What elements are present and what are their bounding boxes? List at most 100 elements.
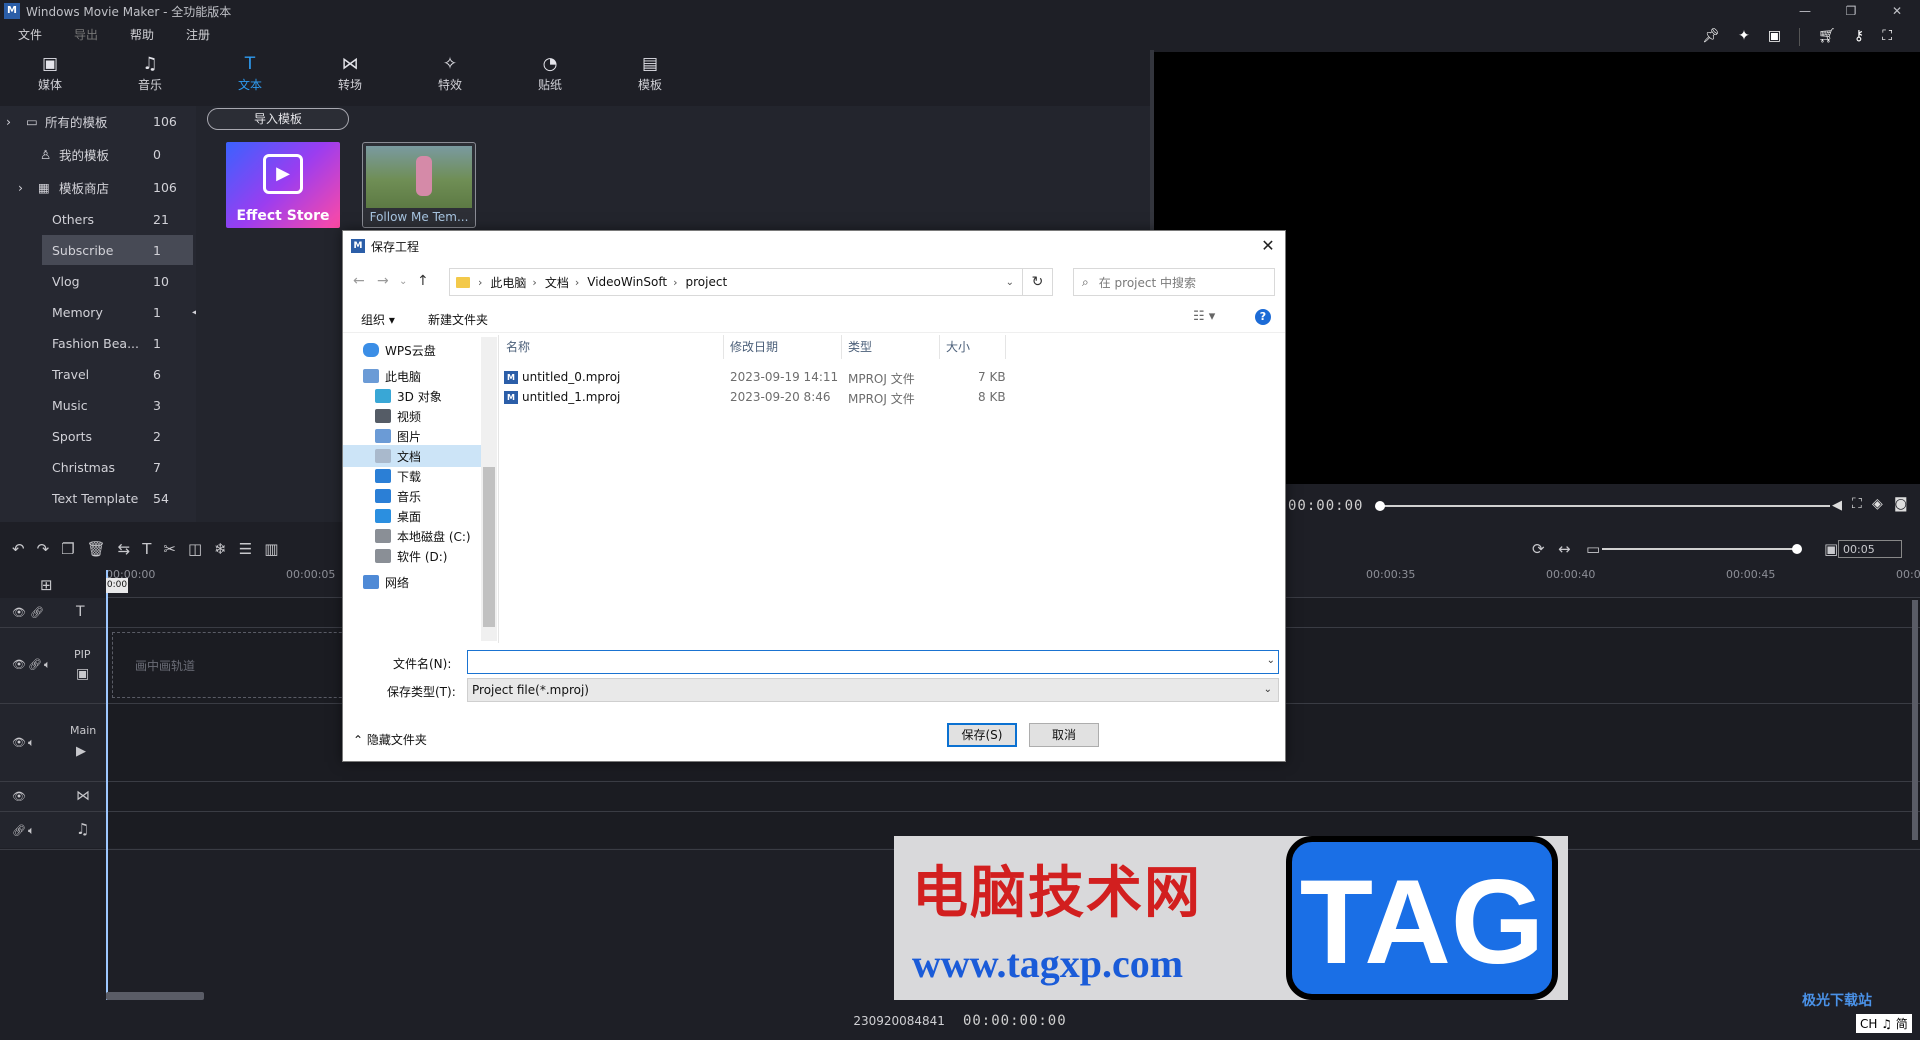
sidebar-item-christmas[interactable]: Christmas 7 xyxy=(0,452,196,482)
sidebar-item-subscribe[interactable]: Subscribe 1 xyxy=(42,235,193,265)
nav-item-music[interactable]: 音乐 xyxy=(343,485,481,507)
breadcrumb-this-pc[interactable]: 此电脑 xyxy=(490,274,526,291)
menu-register[interactable]: 注册 xyxy=(168,26,224,46)
sidebar-item-text-template[interactable]: Text Template 54 xyxy=(0,483,196,513)
nav-item-pictures[interactable]: 图片 xyxy=(343,425,481,447)
filetype-select[interactable]: Project file(*.mproj) ⌄ xyxy=(467,678,1279,702)
sidebar-item-travel[interactable]: Travel 6 xyxy=(0,359,196,389)
breadcrumb-videowinsoft[interactable]: VideoWinSoft xyxy=(587,275,667,289)
link-icon[interactable]: 🔗︎ xyxy=(12,824,26,837)
link-icon[interactable]: 🔗︎ xyxy=(28,658,42,671)
hide-folders-toggle[interactable]: ⌃ 隐藏文件夹 xyxy=(353,731,427,748)
tab-media[interactable]: ▣ 媒体 xyxy=(0,50,100,106)
back-icon[interactable]: ← xyxy=(353,273,365,289)
playhead-label[interactable]: 0:00 xyxy=(106,578,128,593)
redo-icon[interactable]: ↷ xyxy=(37,540,50,558)
screen-ratio-icon[interactable]: ⛶ xyxy=(1882,28,1892,46)
nav-item-videos[interactable]: 视频 xyxy=(343,405,481,427)
preview-seek-bar[interactable] xyxy=(1380,505,1830,507)
nav-item-documents[interactable]: 文档 xyxy=(343,445,481,467)
align-icon[interactable]: ☰ xyxy=(239,540,252,558)
tab-music[interactable]: ♫ 音乐 xyxy=(100,50,200,106)
help-icon[interactable]: ? xyxy=(1255,309,1271,325)
timeline-horizontal-scrollbar[interactable] xyxy=(106,992,204,1000)
breadcrumb-documents[interactable]: 文档 xyxy=(545,274,569,291)
visibility-icon[interactable]: 👁︎ xyxy=(12,736,26,749)
nav-item-local-disk-c[interactable]: 本地磁盘 (C:) xyxy=(343,525,481,547)
pip-track-placeholder[interactable]: 画中画轨道 xyxy=(112,632,372,698)
visibility-icon[interactable]: 👁︎ xyxy=(12,658,26,671)
column-header-size[interactable]: 大小 xyxy=(940,335,1006,359)
restore-button[interactable]: ❐ xyxy=(1828,0,1874,22)
tab-stickers[interactable]: ◔ 贴纸 xyxy=(500,50,600,106)
mute-icon[interactable]: 🔈︎ xyxy=(44,658,51,672)
snapshot-icon[interactable]: ◙ xyxy=(1894,496,1908,512)
refresh-button[interactable]: ↻ xyxy=(1023,268,1053,296)
effect-store-thumbnail[interactable]: ▶ Effect Store xyxy=(226,142,340,228)
search-box[interactable]: ⌕ 在 project 中搜索 xyxy=(1073,268,1275,296)
zoom-out-icon[interactable]: ▭ xyxy=(1586,540,1600,558)
timeline-vertical-scrollbar[interactable] xyxy=(1912,600,1918,840)
loop-icon[interactable]: ⟳ xyxy=(1532,540,1545,558)
sidebar-item-template-store[interactable]: › ▦ 模板商店 106 xyxy=(0,172,196,202)
tab-templates[interactable]: ▤ 模板 xyxy=(600,50,700,106)
text-tool-icon[interactable]: T xyxy=(142,540,151,558)
sparkle-icon[interactable]: ✦ xyxy=(1738,28,1750,46)
input-method-indicator[interactable]: CH ♫ 简 xyxy=(1856,1014,1912,1033)
chevron-down-icon[interactable]: ⌄ xyxy=(1006,277,1014,288)
menu-help[interactable]: 帮助 xyxy=(112,26,168,46)
scrollbar-thumb[interactable] xyxy=(483,467,495,627)
pin-icon[interactable]: 📌︎ xyxy=(1702,28,1720,46)
fit-icon[interactable]: ↔ xyxy=(1558,540,1571,558)
minimize-button[interactable]: — xyxy=(1782,0,1828,22)
new-folder-button[interactable]: 新建文件夹 xyxy=(428,311,488,328)
mute-icon[interactable]: 🔈︎ xyxy=(28,736,35,750)
close-window-button[interactable]: ✕ xyxy=(1874,0,1920,22)
filename-input[interactable] xyxy=(467,650,1279,674)
nav-item-this-pc[interactable]: 此电脑 xyxy=(343,365,481,387)
expand-icon[interactable]: › xyxy=(6,114,11,129)
link-icon[interactable]: 🔗︎ xyxy=(30,606,44,619)
volume-icon[interactable]: ◀︎ xyxy=(1832,498,1842,513)
follow-me-template-thumbnail[interactable]: Follow Me Tem... xyxy=(362,142,476,228)
copy-icon[interactable]: ❐ xyxy=(61,540,74,558)
sidebar-item-vlog[interactable]: Vlog 10 xyxy=(0,266,196,296)
sidebar-item-fashion[interactable]: Fashion Bea... 1 xyxy=(0,328,196,358)
organize-button[interactable]: 组织 ▾ xyxy=(361,311,395,328)
view-options-icon[interactable]: ☷ ▾ xyxy=(1193,309,1215,324)
dialog-close-button[interactable]: ✕ xyxy=(1257,235,1279,257)
column-header-name[interactable]: 名称 xyxy=(500,335,724,359)
up-icon[interactable]: ↑ xyxy=(417,273,429,289)
cut-icon[interactable]: ✂ xyxy=(163,540,176,558)
split-icon[interactable]: ◫ xyxy=(188,540,202,558)
add-track-icon[interactable]: ⊞ xyxy=(40,576,53,594)
freeze-icon[interactable]: ❄ xyxy=(214,540,227,558)
cancel-button[interactable]: 取消 xyxy=(1029,723,1099,747)
sidebar-item-music[interactable]: Music 3 xyxy=(0,390,196,420)
cart-icon[interactable]: 🛒︎ xyxy=(1818,28,1836,46)
sidebar-item-others[interactable]: Others 21 xyxy=(0,204,196,234)
recent-dropdown-icon[interactable]: ⌄ xyxy=(399,276,407,287)
sidebar-item-sports[interactable]: Sports 2 xyxy=(0,421,196,451)
nav-item-wps-cloud[interactable]: WPS云盘 xyxy=(343,339,481,361)
menu-file[interactable]: 文件 xyxy=(0,26,56,46)
fill-icon[interactable]: ◈ xyxy=(1872,496,1883,512)
nav-item-desktop[interactable]: 桌面 xyxy=(343,505,481,527)
sidebar-item-my-templates[interactable]: ♙ 我的模板 0 xyxy=(0,139,196,169)
nav-item-downloads[interactable]: 下载 xyxy=(343,465,481,487)
zoom-slider[interactable] xyxy=(1602,548,1798,550)
replace-icon[interactable]: ⇆ xyxy=(118,540,131,558)
nav-item-network[interactable]: 网络 xyxy=(343,571,481,593)
file-row[interactable]: M untitled_0.mproj 2023-09-19 14:11 MPRO… xyxy=(500,367,1100,387)
sidebar-item-memory[interactable]: Memory1◀ xyxy=(0,297,200,327)
seek-knob[interactable] xyxy=(1375,501,1385,511)
tab-effects[interactable]: ✧ 特效 xyxy=(400,50,500,106)
tab-text[interactable]: T 文本 xyxy=(200,50,300,106)
chevron-down-icon[interactable]: ⌄ xyxy=(1267,655,1275,666)
zoom-in-icon[interactable]: ▣ xyxy=(1824,540,1838,558)
key-icon[interactable]: ⚷ xyxy=(1854,28,1864,46)
menu-export[interactable]: 导出 xyxy=(56,26,112,46)
column-header-type[interactable]: 类型 xyxy=(842,335,940,359)
tab-transition[interactable]: ⋈ 转场 xyxy=(300,50,400,106)
forward-icon[interactable]: → xyxy=(377,273,389,289)
